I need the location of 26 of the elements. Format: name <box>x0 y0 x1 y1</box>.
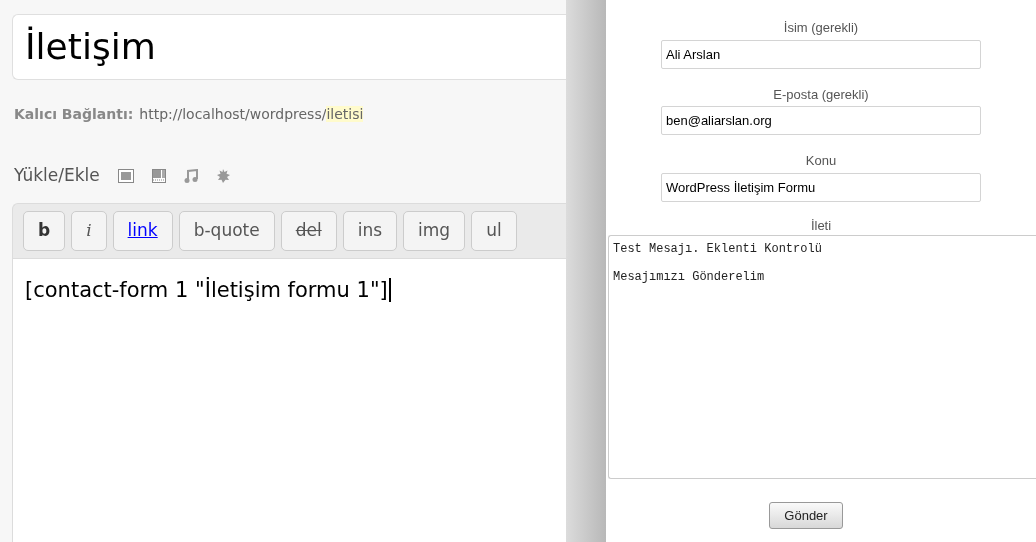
format-button[interactable]: del <box>280 210 337 251</box>
film-icon[interactable] <box>151 168 166 183</box>
field-label: Konu <box>805 152 837 170</box>
format-button[interactable]: b <box>23 210 66 251</box>
field-label: İsim (gerekli) <box>783 19 859 37</box>
text-input[interactable]: WordPress İletişim Formu <box>661 172 981 202</box>
field-label: E-posta (gerekli) <box>773 85 869 104</box>
submit-button[interactable]: Gönder <box>769 502 843 529</box>
format-button[interactable]: ul <box>471 210 517 251</box>
format-button[interactable]: ins <box>342 210 398 251</box>
starburst-icon[interactable] <box>215 168 230 183</box>
text-input[interactable]: ben@aliarslan.org <box>661 106 981 135</box>
editor-textarea[interactable]: [contact-form 1 "İletişim formu 1"] <box>12 258 566 542</box>
permalink-label: Kalıcı Bağlantı: <box>14 105 134 124</box>
format-button[interactable]: img <box>403 210 466 251</box>
field-label: İleti <box>810 216 832 235</box>
upload-label: Yükle/Ekle <box>14 164 100 187</box>
format-button[interactable]: link <box>112 210 173 251</box>
message-textarea[interactable]: Test Mesajı. Eklenti Kontrolü Mesajımızı Gönderelim <box>608 235 1036 479</box>
format-button[interactable]: b-quote <box>178 210 275 251</box>
music-note-icon[interactable] <box>183 168 198 183</box>
image-icon[interactable] <box>117 168 134 183</box>
format-button[interactable]: i <box>71 210 107 251</box>
permalink-url[interactable]: http://localhost/wordpress/iletisi <box>139 104 364 125</box>
text-input[interactable]: Ali Arslan <box>661 39 981 69</box>
title-field[interactable]: İletişim <box>12 14 566 80</box>
